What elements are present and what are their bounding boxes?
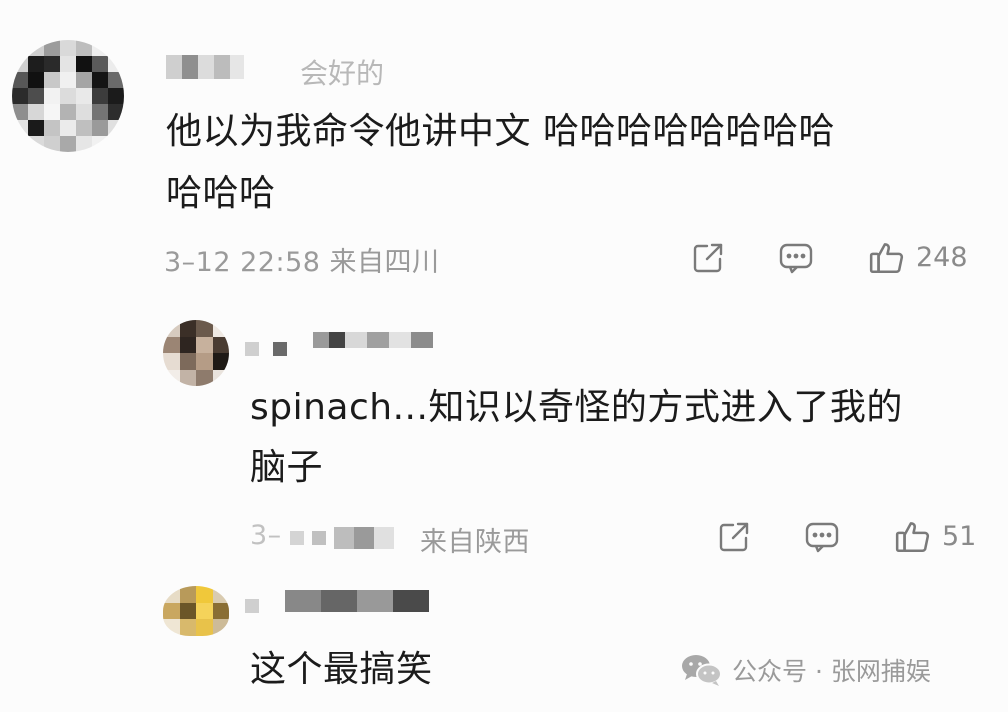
wechat-icon <box>682 655 722 686</box>
comment-location: 来自陕西 <box>420 527 530 558</box>
watermark-text: 公众号 · 张网捕娱 <box>732 657 931 686</box>
username-mosaic[interactable] <box>245 586 429 616</box>
share-button[interactable] <box>716 519 752 555</box>
meta-mosaic <box>290 526 394 550</box>
comment-text-line1: spinach...知识以奇怪的方式进入了我的 <box>250 387 903 428</box>
username-mosaic[interactable] <box>245 320 433 360</box>
watermark: 公众号 · 张网捕娱 <box>680 652 931 688</box>
thumbs-up-icon <box>869 243 904 274</box>
comment-icon <box>779 243 813 274</box>
comment-meta: 3–12 22:58 来自四川 <box>164 247 440 278</box>
like-button[interactable]: 51 <box>894 517 976 555</box>
username-partial: 会好的 <box>300 57 385 90</box>
comment-text-line1: 这个最搞笑 <box>250 649 433 690</box>
share-icon <box>693 243 723 273</box>
comment-text-line1: 他以为我命令他讲中文 哈哈哈哈哈哈哈哈 <box>166 111 835 152</box>
comment-icon <box>805 522 839 553</box>
avatar[interactable] <box>163 586 229 636</box>
avatar[interactable] <box>12 40 124 152</box>
reply-button[interactable] <box>804 519 840 555</box>
comment-text-line2: 哈哈哈 <box>166 173 276 214</box>
share-button[interactable] <box>690 240 726 276</box>
reply-button[interactable] <box>778 240 814 276</box>
comment-meta-partial: 3– <box>250 520 282 551</box>
comment-text-line2: 脑子 <box>250 447 324 488</box>
username-mosaic[interactable] <box>166 52 244 82</box>
thumbs-up-icon <box>895 522 930 553</box>
avatar[interactable] <box>163 320 229 386</box>
like-count: 51 <box>942 520 977 552</box>
like-count: 248 <box>916 241 968 273</box>
share-icon <box>719 522 749 552</box>
like-button[interactable]: 248 <box>868 238 968 276</box>
